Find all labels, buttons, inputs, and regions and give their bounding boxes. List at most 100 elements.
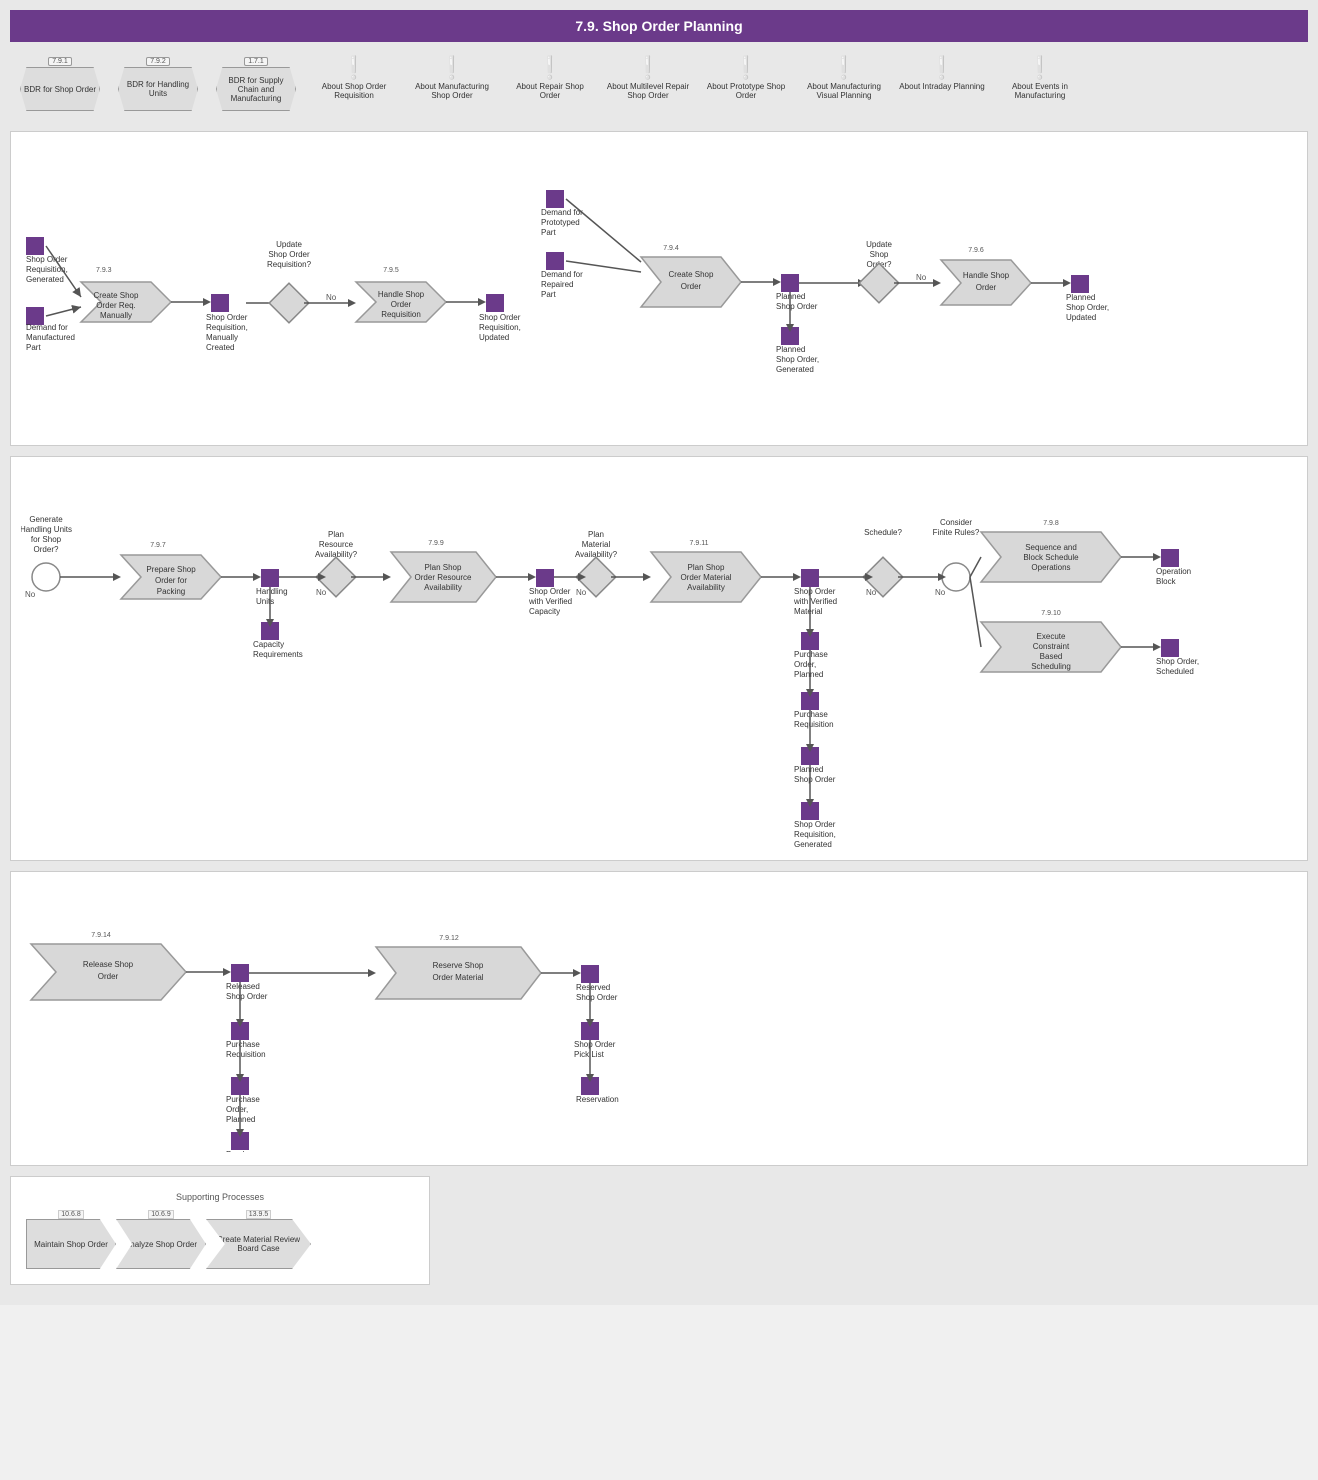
svg-text:Demand for: Demand for <box>26 323 68 332</box>
about-repair-shop-order[interactable]: ❕ About Repair Shop Order <box>505 57 595 100</box>
main-diagram: Shop Order Requisition, Generated Demand… <box>10 131 1308 446</box>
svg-text:Shop Order: Shop Order <box>574 1040 616 1049</box>
svg-text:Scheduled: Scheduled <box>1156 667 1194 676</box>
svg-text:7.9.7: 7.9.7 <box>150 542 166 549</box>
svg-text:Availability: Availability <box>424 583 462 592</box>
svg-text:Release Shop: Release Shop <box>83 960 134 969</box>
gateway-update-so <box>859 263 899 303</box>
svg-text:Order Resource: Order Resource <box>415 573 472 582</box>
bdr-shop-order-hex: BDR for Shop Order <box>20 67 100 111</box>
about-manufacturing-visual-label: About Manufacturing Visual Planning <box>799 82 889 100</box>
svg-text:Shop Order: Shop Order <box>794 820 836 829</box>
about-prototype-shop-order[interactable]: ❕ About Prototype Shop Order <box>701 57 791 100</box>
about-events-manufacturing[interactable]: ❕ About Events in Manufacturing <box>995 57 1085 100</box>
bdr-supply-chain[interactable]: 1.7.1 BDR for Supply Chain and Manufactu… <box>211 57 301 111</box>
supporting-processes-flow: 10.6.8 Maintain Shop Order 10.6.9 Analyz… <box>26 1210 414 1269</box>
svg-text:Purchase: Purchase <box>226 1150 260 1152</box>
svg-text:Planned: Planned <box>1066 293 1095 302</box>
create-mrb-label: Create Material Review Board Case <box>211 1235 306 1253</box>
about-multilevel-repair[interactable]: ❕ About Multilevel Repair Shop Order <box>603 57 693 100</box>
svg-text:Shop Order,: Shop Order, <box>1066 303 1109 312</box>
svg-text:No: No <box>25 590 36 599</box>
exclaim-icon-7: ❕ <box>928 57 955 79</box>
svg-text:7.9.10: 7.9.10 <box>1041 610 1061 617</box>
about-manufacturing-visual[interactable]: ❕ About Manufacturing Visual Planning <box>799 57 889 100</box>
about-shop-order-req-label: About Shop Order Requisition <box>309 82 399 100</box>
about-manufacturing-shop-order[interactable]: ❕ About Manufacturing Shop Order <box>407 57 497 100</box>
analyze-shop-order-chevron[interactable]: Analyze Shop Order <box>116 1219 206 1269</box>
svg-text:Plan: Plan <box>328 530 344 539</box>
svg-text:Order: Order <box>681 282 702 291</box>
svg-text:Order,: Order, <box>226 1105 248 1114</box>
svg-text:7.9.6: 7.9.6 <box>968 247 984 254</box>
section3-container: 7.9.14 Release Shop Order Released Shop … <box>10 871 1308 1166</box>
create-mrb-chevron[interactable]: Create Material Review Board Case <box>206 1219 311 1269</box>
svg-text:Requisition: Requisition <box>381 310 421 319</box>
svg-text:7.9.9: 7.9.9 <box>428 540 444 547</box>
svg-text:Requisition: Requisition <box>226 1050 266 1059</box>
maintain-shop-order-item: 10.6.8 Maintain Shop Order <box>26 1210 116 1269</box>
section1-svg: Shop Order Requisition, Generated Demand… <box>21 142 1301 432</box>
bdr-handling-units-version: 7.9.2 <box>146 57 170 66</box>
about-shop-order-req[interactable]: ❕ About Shop Order Requisition <box>309 57 399 100</box>
svg-text:Reservation: Reservation <box>576 1095 619 1104</box>
operation-block-event <box>1161 549 1179 567</box>
page-wrapper: 7.9. Shop Order Planning 7.9.1 BDR for S… <box>0 0 1318 1305</box>
maintain-so-label: Maintain Shop Order <box>34 1240 108 1249</box>
shop-order-verified-mat-event <box>801 569 819 587</box>
svg-text:Shop Order,: Shop Order, <box>776 355 819 364</box>
svg-text:Updated: Updated <box>1066 313 1096 322</box>
svg-text:Operation: Operation <box>1156 567 1191 576</box>
create-mrb-version: 13.9.5 <box>246 1210 271 1219</box>
svg-text:Requisition,: Requisition, <box>794 830 836 839</box>
bdr-handling-units[interactable]: 7.9.2 BDR for Handling Units <box>113 57 203 111</box>
svg-text:Generate: Generate <box>29 515 63 524</box>
svg-text:Handle Shop: Handle Shop <box>963 271 1010 280</box>
svg-text:Order?: Order? <box>34 545 59 554</box>
svg-text:Handling: Handling <box>256 587 288 596</box>
svg-text:7.9.4: 7.9.4 <box>663 245 679 252</box>
svg-text:7.9.5: 7.9.5 <box>383 267 399 274</box>
analyze-shop-order-item: 10.6.9 Analyze Shop Order <box>116 1210 206 1269</box>
svg-text:Material: Material <box>794 607 823 616</box>
svg-text:Order: Order <box>391 300 412 309</box>
exclaim-icon-4: ❕ <box>634 57 661 79</box>
bdr-shop-order[interactable]: 7.9.1 BDR for Shop Order <box>15 57 105 111</box>
svg-text:Scheduling: Scheduling <box>1031 662 1071 671</box>
svg-text:Based: Based <box>1040 652 1063 661</box>
svg-text:Part: Part <box>541 290 556 299</box>
demand-prototyped-event <box>546 190 564 208</box>
analyze-so-label: Analyze Shop Order <box>125 1240 197 1249</box>
about-intraday-planning[interactable]: ❕ About Intraday Planning <box>897 57 987 91</box>
svg-text:Plan Shop: Plan Shop <box>688 563 725 572</box>
svg-text:Shop Order: Shop Order <box>268 250 310 259</box>
svg-text:Availability: Availability <box>687 583 725 592</box>
bdr-shop-order-label: BDR for Shop Order <box>24 85 96 94</box>
svg-text:Planned: Planned <box>794 765 823 774</box>
svg-text:Operations: Operations <box>1031 563 1070 572</box>
svg-text:Generated: Generated <box>776 365 814 374</box>
planned-shop-order-event1 <box>781 274 799 292</box>
svg-text:Part: Part <box>541 228 556 237</box>
svg-text:Released: Released <box>226 982 260 991</box>
svg-text:Block Schedule: Block Schedule <box>1023 553 1079 562</box>
shop-order-req-updated-event <box>486 294 504 312</box>
svg-text:Material: Material <box>582 540 611 549</box>
connector-2 <box>46 307 81 316</box>
svg-text:7.9.8: 7.9.8 <box>1043 520 1059 527</box>
svg-text:Create Shop: Create Shop <box>669 270 714 279</box>
svg-text:Shop Order: Shop Order <box>794 775 836 784</box>
bdr-supply-chain-label: BDR for Supply Chain and Manufacturing <box>217 76 295 103</box>
svg-text:Order: Order <box>976 283 997 292</box>
about-prototype-shop-order-label: About Prototype Shop Order <box>701 82 791 100</box>
svg-text:Shop Order: Shop Order <box>226 992 268 1001</box>
svg-text:Capacity: Capacity <box>529 607 560 616</box>
svg-text:Shop Order: Shop Order <box>479 313 521 322</box>
bdr-shop-order-version: 7.9.1 <box>48 57 72 66</box>
svg-text:Order for: Order for <box>155 576 187 585</box>
svg-text:Created: Created <box>206 343 234 352</box>
maintain-shop-order-chevron[interactable]: Maintain Shop Order <box>26 1219 116 1269</box>
maintain-so-version: 10.6.8 <box>58 1210 83 1219</box>
svg-text:Sequence and: Sequence and <box>1025 543 1077 552</box>
section4-container: Supporting Processes 10.6.8 Maintain Sho… <box>10 1176 430 1285</box>
